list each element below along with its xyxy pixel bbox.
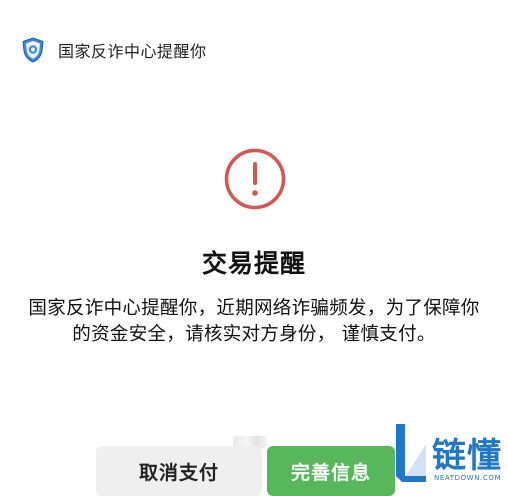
cancel-payment-button[interactable]: 取消支付 xyxy=(96,446,262,496)
alert-heading: 交易提醒 xyxy=(201,249,306,278)
watermark-logo-icon xyxy=(396,424,426,482)
watermark-name: 链懂 xyxy=(432,436,502,476)
alert-message: 国家反诈中心提醒你，近期网络诈骗频发，为了保障你的资金安全，请核实对方身份， 谨… xyxy=(28,298,480,345)
exclamation-circle-icon xyxy=(223,147,287,211)
police-badge-icon xyxy=(20,37,46,63)
complete-info-button[interactable]: 完善信息 xyxy=(267,446,395,496)
watermark-url: NEATDOWN.COM xyxy=(434,474,502,482)
header-title: 国家反诈中心提醒你 xyxy=(58,42,207,61)
app-header: 国家反诈中心提醒你 xyxy=(20,36,207,64)
site-watermark: 链懂 NEATDOWN.COM xyxy=(392,420,508,491)
